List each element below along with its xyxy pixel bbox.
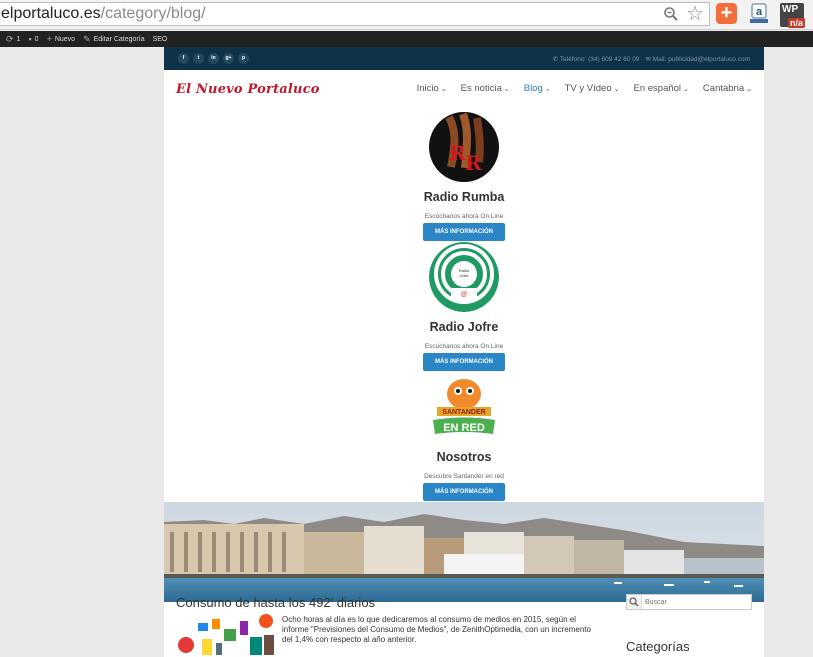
mail-icon: ✉ — [645, 55, 653, 63]
chevron-down-icon: ⌄ — [503, 86, 510, 93]
categories-heading: Categorías — [626, 639, 690, 654]
main-menu: Inicio ⌄ Es noticia ⌄ Blog ⌄ TV y Vídeo ⌄ En… — [417, 83, 752, 94]
more-info-button[interactable]: MÁS INFORMACIÓN — [423, 483, 505, 501]
radio-jofre-logo[interactable]: Radio Jofre @ — [429, 242, 499, 312]
admin-comments[interactable]: ▪ 0 — [28, 34, 38, 44]
admin-new[interactable]: + Nuevo — [47, 34, 76, 44]
more-info-button[interactable]: MÁS INFORMACIÓN — [423, 353, 505, 371]
menu-item-en-espanol[interactable]: En español ⌄ — [634, 83, 689, 94]
comment-icon: ▪ — [28, 34, 32, 44]
facebook-icon[interactable]: f — [178, 53, 189, 64]
svg-text:a: a — [756, 6, 763, 18]
zoom-icon[interactable] — [663, 6, 679, 22]
menu-item-tv-video[interactable]: TV y Vídeo ⌄ — [565, 83, 620, 94]
phone-text: ✆ Teléfono: (34) 609 42 60 09 — [552, 55, 640, 63]
admin-edit-category[interactable]: ✎ Editar Categoría — [83, 34, 145, 45]
menu-item-es-noticia[interactable]: Es noticia ⌄ — [461, 83, 510, 94]
more-info-button[interactable]: MÁS INFORMACIÓN — [423, 223, 505, 241]
site-logo[interactable]: El Nuevo Portaluco — [176, 82, 320, 97]
santander-en-red-logo[interactable]: SANTANDER EN RED — [429, 372, 499, 442]
google-plus-icon[interactable]: g+ — [223, 53, 234, 64]
station-subtitle: Descubre Santander en red — [424, 473, 504, 480]
site-page: f t in g+ p ✆ Teléfono: (34) 609 42 60 0… — [164, 47, 764, 657]
phone-icon: ✆ — [552, 55, 560, 63]
station-title: Radio Jofre — [429, 320, 499, 334]
url-text: elportaluco.es/category/blog/ — [1, 5, 206, 22]
amazon-extension-icon[interactable]: a — [748, 3, 770, 25]
wordpress-extension-icon[interactable]: WP n/a — [780, 3, 805, 28]
post-title[interactable]: Consumo de hasta los 492' diarios — [176, 595, 375, 610]
browser-toolbar: elportaluco.es/category/blog/ ☆ + a WP n/… — [0, 0, 813, 30]
wp-admin-bar: ⟳ 1 ▪ 0 + Nuevo ✎ Editar Categoría SEO — [0, 31, 813, 47]
santander-panorama-image — [164, 502, 764, 602]
chevron-down-icon: ⌄ — [683, 86, 689, 93]
social-links: f t in g+ p — [178, 53, 249, 64]
contact-info: ✆ Teléfono: (34) 609 42 60 09 ✉ Mail: pu… — [553, 55, 750, 63]
station-subtitle: Escúchanos ahora On Line — [424, 343, 504, 350]
svg-text:EN RED: EN RED — [443, 422, 485, 434]
chevron-down-icon: ⌄ — [440, 86, 447, 93]
post-thumbnail[interactable] — [176, 613, 276, 657]
site-topbar: f t in g+ p ✆ Teléfono: (34) 609 42 60 0… — [164, 47, 764, 70]
chevron-down-icon: ⌄ — [746, 86, 752, 93]
site-header: El Nuevo Portaluco Inicio ⌄ Es noticia ⌄ B… — [164, 70, 764, 110]
station-title: Nosotros — [436, 450, 492, 464]
chevron-down-icon: ⌄ — [544, 86, 551, 93]
plus-icon: + — [46, 34, 52, 44]
twitter-icon[interactable]: t — [193, 53, 204, 64]
menu-item-inicio[interactable]: Inicio ⌄ — [417, 83, 447, 94]
address-bar[interactable]: elportaluco.es/category/blog/ ☆ — [0, 2, 710, 26]
post-excerpt: Ocho horas al día es lo que dedicaremos … — [282, 615, 591, 644]
updates-icon: ⟳ — [6, 33, 14, 44]
station-card: Radio Jofre @ Radio Jofre Escúchanos aho… — [164, 242, 764, 371]
station-title: Radio Rumba — [423, 190, 505, 204]
station-subtitle: Escúchanos ahora On Line — [424, 213, 504, 220]
admin-seo[interactable]: SEO — [153, 36, 168, 43]
svg-text:Jofre: Jofre — [460, 273, 470, 278]
svg-text:@: @ — [461, 292, 467, 298]
menu-item-cantabria[interactable]: Cantabria ⌄ — [703, 83, 752, 94]
pinterest-icon[interactable]: p — [238, 53, 249, 64]
linkedin-icon[interactable]: in — [208, 53, 219, 64]
svg-text:R: R — [449, 141, 466, 165]
svg-text:SANTANDER: SANTANDER — [442, 409, 485, 416]
svg-text:R: R — [465, 151, 482, 175]
station-card: R R Radio Rumba Escúchanos ahora On Line… — [164, 112, 764, 241]
menu-item-blog[interactable]: Blog ⌄ — [524, 83, 551, 94]
chevron-down-icon: ⌄ — [613, 86, 620, 93]
radio-rumba-logo[interactable]: R R — [429, 112, 499, 182]
mail-text[interactable]: ✉ Mail: publicidad@elportaluco.com — [645, 55, 750, 63]
admin-updates[interactable]: ⟳ 1 — [6, 34, 20, 45]
station-card: SANTANDER EN RED Nosotros Descubre Santa… — [164, 372, 764, 501]
bookmark-star-icon[interactable]: ☆ — [686, 4, 704, 24]
pencil-icon: ✎ — [83, 33, 91, 44]
search-input[interactable] — [645, 596, 745, 608]
add-extension-icon[interactable]: + — [716, 3, 737, 24]
search-icon[interactable] — [627, 595, 642, 609]
search-field[interactable] — [626, 594, 752, 610]
